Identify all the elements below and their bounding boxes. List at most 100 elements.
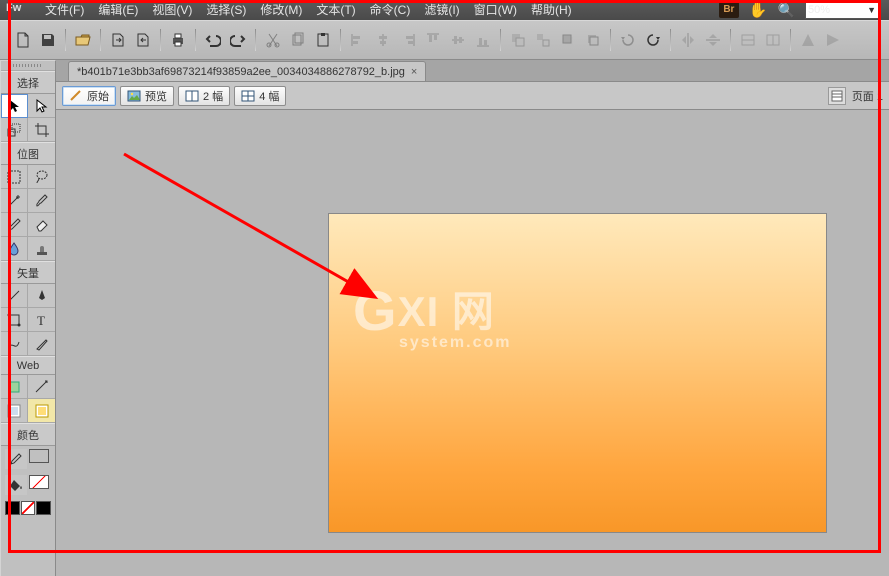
- print-button[interactable]: [167, 29, 189, 51]
- section-vector-label: 矢量: [1, 261, 55, 284]
- bridge-badge[interactable]: Br: [719, 2, 739, 18]
- align-bottom-button[interactable]: [472, 29, 494, 51]
- view-2up-button[interactable]: 2 幅: [178, 86, 230, 106]
- menu-window[interactable]: 窗口(W): [467, 2, 524, 18]
- export-button[interactable]: [132, 29, 154, 51]
- flip-v-button[interactable]: [702, 29, 724, 51]
- fill-swatch[interactable]: [29, 475, 49, 489]
- zoom-icon[interactable]: 🔍: [778, 2, 795, 19]
- menu-bar: Fw 文件(F) 编辑(E) 视图(V) 选择(S) 修改(M) 文本(T) 命…: [0, 0, 889, 20]
- view-2up-label: 2 幅: [203, 88, 223, 104]
- page-indicator: 页面 1: [852, 88, 883, 104]
- stroke-swatch[interactable]: [29, 449, 49, 463]
- menu-edit[interactable]: 编辑(E): [91, 2, 145, 18]
- swap-colors-button[interactable]: [36, 501, 51, 515]
- section-bitmap-label: 位图: [1, 142, 55, 165]
- canvas-viewport[interactable]: G XI 网 system.com: [56, 110, 889, 576]
- crop-tool[interactable]: [28, 118, 55, 142]
- menu-select[interactable]: 选择(S): [199, 2, 253, 18]
- tools-panel: 选择 位图 矢量 T Web: [0, 60, 56, 576]
- svg-text:T: T: [37, 313, 45, 328]
- default-colors-button[interactable]: [5, 501, 20, 515]
- hide-slice-button[interactable]: [1, 399, 28, 423]
- image-icon: [127, 90, 141, 102]
- import-button[interactable]: [107, 29, 129, 51]
- pencil-tool[interactable]: [1, 213, 28, 237]
- text-tool[interactable]: T: [28, 308, 55, 332]
- cut-button[interactable]: [262, 29, 284, 51]
- show-slice-button[interactable]: [28, 399, 55, 423]
- align-top-button[interactable]: [422, 29, 444, 51]
- subselect-tool[interactable]: [28, 94, 55, 118]
- misc-1-button[interactable]: [737, 29, 759, 51]
- fill-bucket-icon[interactable]: [5, 475, 27, 495]
- menu-filters[interactable]: 滤镜(I): [417, 2, 466, 18]
- brush-tool[interactable]: [28, 189, 55, 213]
- menu-help[interactable]: 帮助(H): [524, 2, 579, 18]
- menu-view[interactable]: 视图(V): [145, 2, 199, 18]
- save-button[interactable]: [37, 29, 59, 51]
- misc-4-button[interactable]: [822, 29, 844, 51]
- bring-front-button[interactable]: [557, 29, 579, 51]
- knife-tool[interactable]: [28, 332, 55, 356]
- align-hcenter-button[interactable]: [372, 29, 394, 51]
- hotspot-tool[interactable]: [1, 375, 28, 399]
- menu-file[interactable]: 文件(F): [38, 2, 91, 18]
- redo-button[interactable]: [227, 29, 249, 51]
- align-vcenter-button[interactable]: [447, 29, 469, 51]
- menu-modify[interactable]: 修改(M): [253, 2, 309, 18]
- panel-drag-handle[interactable]: [1, 61, 55, 71]
- menu-text[interactable]: 文本(T): [309, 2, 362, 18]
- two-pane-icon: [185, 90, 199, 102]
- view-original-label: 原始: [87, 88, 109, 104]
- hand-icon[interactable]: ✋: [749, 1, 768, 19]
- rotate-left-button[interactable]: [617, 29, 639, 51]
- watermark-g: G: [353, 278, 398, 343]
- view-original-button[interactable]: 原始: [62, 86, 116, 106]
- document-area: *b401b71e3bb3af69873214f93859a2ee_003403…: [56, 60, 889, 576]
- no-color-button[interactable]: [21, 501, 36, 515]
- align-left-button[interactable]: [347, 29, 369, 51]
- new-file-button[interactable]: [12, 29, 34, 51]
- tab-strip: *b401b71e3bb3af69873214f93859a2ee_003403…: [56, 60, 889, 82]
- shape-tool[interactable]: [1, 308, 28, 332]
- page-list-button[interactable]: [828, 87, 846, 105]
- magic-wand-tool[interactable]: [1, 189, 28, 213]
- misc-2-button[interactable]: [762, 29, 784, 51]
- slice-tool[interactable]: [28, 375, 55, 399]
- open-button[interactable]: [72, 29, 94, 51]
- marquee-tool[interactable]: [1, 165, 28, 189]
- freeform-tool[interactable]: [1, 332, 28, 356]
- tab-close-button[interactable]: ×: [411, 66, 417, 78]
- stamp-tool[interactable]: [28, 237, 55, 261]
- rotate-right-button[interactable]: [642, 29, 664, 51]
- copy-button[interactable]: [287, 29, 309, 51]
- line-tool[interactable]: [1, 284, 28, 308]
- view-4up-button[interactable]: 4 幅: [234, 86, 286, 106]
- zoom-value: 50%: [808, 4, 830, 16]
- view-preview-button[interactable]: 预览: [120, 86, 174, 106]
- menubar-right: Br ✋ 🔍 50% ▼: [719, 1, 889, 19]
- eraser-tool[interactable]: [28, 213, 55, 237]
- paste-button[interactable]: [312, 29, 334, 51]
- document-tab-title: *b401b71e3bb3af69873214f93859a2ee_003403…: [77, 66, 405, 78]
- canvas-image[interactable]: G XI 网 system.com: [328, 213, 827, 533]
- page-nav: 页面 1: [828, 87, 889, 105]
- document-tab[interactable]: *b401b71e3bb3af69873214f93859a2ee_003403…: [68, 61, 426, 81]
- stroke-eyedropper-icon[interactable]: [5, 449, 27, 469]
- menu-commands[interactable]: 命令(C): [363, 2, 418, 18]
- ungroup-button[interactable]: [532, 29, 554, 51]
- lasso-tool[interactable]: [28, 165, 55, 189]
- flip-h-button[interactable]: [677, 29, 699, 51]
- blur-tool[interactable]: [1, 237, 28, 261]
- pointer-tool[interactable]: [1, 94, 28, 118]
- group-button[interactable]: [507, 29, 529, 51]
- send-back-button[interactable]: [582, 29, 604, 51]
- scale-tool[interactable]: [1, 118, 28, 142]
- zoom-dropdown[interactable]: 50% ▼: [805, 2, 879, 19]
- undo-button[interactable]: [202, 29, 224, 51]
- misc-3-button[interactable]: [797, 29, 819, 51]
- pencil-icon: [69, 90, 83, 102]
- align-right-button[interactable]: [397, 29, 419, 51]
- pen-tool[interactable]: [28, 284, 55, 308]
